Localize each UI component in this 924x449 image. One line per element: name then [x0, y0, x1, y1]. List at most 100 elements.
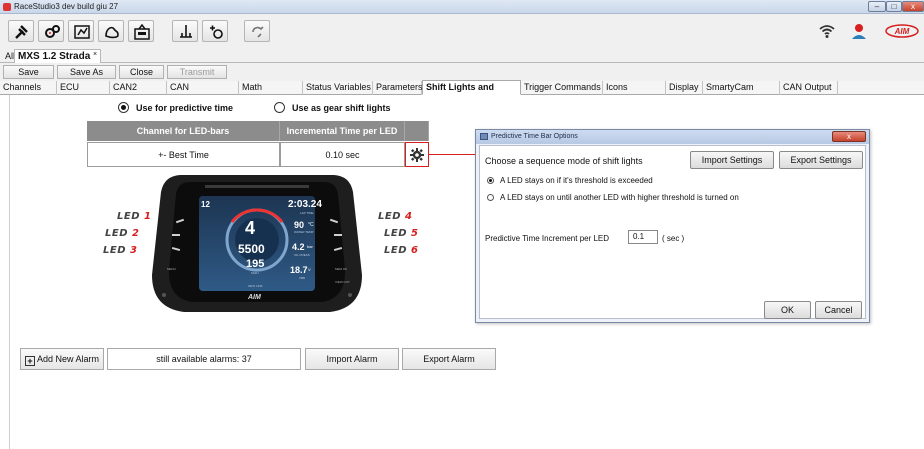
- add-new-alarm-label: Add New Alarm: [36, 354, 100, 364]
- gear-readout: 4: [245, 218, 256, 238]
- led-number: 3: [130, 245, 138, 256]
- led-3-text: LED 3: [103, 245, 138, 256]
- sequence-mode-label: Choose a sequence mode of shift lights: [485, 156, 643, 166]
- dialog-title: Predictive Time Bar Options: [491, 133, 578, 140]
- tab-channels[interactable]: Channels: [0, 81, 57, 95]
- option-until-higher-radio[interactable]: [487, 194, 494, 201]
- predictive-time-radio[interactable]: [118, 102, 129, 113]
- led-5-text: LED 5: [384, 228, 419, 239]
- document-tabs: All MXS 1.2 Strada ×: [0, 47, 924, 63]
- add-icon: +: [24, 356, 35, 366]
- tab-parameters[interactable]: Parameters: [373, 81, 423, 95]
- lap-time-readout: 2:03.24: [288, 199, 322, 210]
- voltage-readout: 18.7: [290, 265, 308, 275]
- available-alarms-status: still available alarms: 37: [107, 348, 301, 370]
- usb-icon[interactable]: [172, 20, 198, 42]
- tracks-icon[interactable]: [98, 20, 124, 42]
- gear-shift-radio[interactable]: [274, 102, 285, 113]
- tab-smartycam-stream[interactable]: SmartyCam Stream: [703, 81, 780, 105]
- column-header-settings: [405, 121, 429, 141]
- speed-label: KM/H: [251, 271, 259, 275]
- gears-icon[interactable]: [38, 20, 64, 42]
- led-number: 4: [405, 211, 413, 222]
- ok-button[interactable]: OK: [764, 301, 811, 319]
- view-out-label: VIEW OUT: [335, 280, 350, 284]
- option-threshold-exceeded-label: A LED stays on if it's threshold is exce…: [500, 176, 653, 185]
- speed-readout: 195: [246, 258, 265, 270]
- minimize-button[interactable]: –: [868, 1, 886, 12]
- water-temp-label: WATER TEMP: [294, 230, 314, 234]
- increment-input[interactable]: 0.1: [628, 230, 658, 244]
- dialog-close-button[interactable]: x: [832, 131, 866, 142]
- aim-logo: AIM: [885, 24, 919, 38]
- led-6-label: LED 6: [384, 245, 418, 256]
- save-as-button[interactable]: Save As: [57, 65, 116, 79]
- led-2-text: LED 2: [105, 228, 140, 239]
- menu-label: MENU: [167, 267, 176, 271]
- import-settings-button[interactable]: Import Settings: [690, 151, 774, 169]
- gear-icon[interactable]: [405, 142, 429, 167]
- tab-shift-lights-alarms[interactable]: Shift Lights and Alarms: [422, 80, 521, 105]
- mem-ok-label: MEM OK: [335, 267, 348, 271]
- led-1-label: LED 1: [117, 211, 151, 222]
- dashboard-display: 12 4 2:03.24 LAP TIME 90 °C WATER TEMP 5…: [150, 170, 364, 320]
- led-3-label: LED 3: [103, 245, 137, 256]
- transmit-button[interactable]: Transmit: [167, 65, 227, 79]
- import-alarm-button[interactable]: Import Alarm: [305, 348, 399, 370]
- column-header-increment: Incremental Time per LED: [280, 121, 405, 141]
- dash-brand-logo: AIM: [248, 294, 261, 301]
- counter-icon[interactable]: [128, 20, 154, 42]
- wifi-icon[interactable]: [817, 21, 837, 41]
- close-button[interactable]: Close: [119, 65, 164, 79]
- config-tabs: Channels ECU Stream CAN2 Stream CAN Expa…: [0, 80, 924, 105]
- tab-display[interactable]: Display: [666, 81, 703, 95]
- export-settings-button[interactable]: Export Settings: [779, 151, 863, 169]
- window-title-bar: RaceStudio3 dev build giu 27 – □ x: [0, 0, 924, 14]
- water-temp-readout: 90: [294, 220, 305, 230]
- tab-close-icon[interactable]: ×: [93, 51, 97, 58]
- wrench-icon[interactable]: [8, 20, 34, 42]
- gear-top-readout: 12: [201, 200, 210, 209]
- increment-cell[interactable]: 0.10 sec: [280, 142, 405, 167]
- window-title: RaceStudio3 dev build giu 27: [14, 2, 119, 11]
- oil-pressure-label: OIL PRESS: [294, 253, 310, 257]
- led-4-text: LED 4: [378, 211, 413, 222]
- tab-icons-manager[interactable]: Icons Manager: [603, 81, 666, 105]
- predictive-time-label: Use for predictive time: [136, 103, 234, 113]
- tab-math-channels[interactable]: Math Channels: [239, 81, 303, 105]
- water-temp-unit: °C: [308, 222, 314, 228]
- cancel-button[interactable]: Cancel: [815, 301, 862, 319]
- dialog-body: Choose a sequence mode of shift lights I…: [479, 145, 866, 319]
- dialog-title-bar: Predictive Time Bar Options: [476, 130, 869, 144]
- led-5-label: LED 5: [384, 228, 418, 239]
- firmware-icon[interactable]: [202, 20, 228, 42]
- add-new-alarm-button[interactable]: + Add New Alarm: [20, 348, 104, 370]
- led-number: 6: [411, 245, 419, 256]
- oil-pressure-readout: 4.2: [292, 242, 305, 252]
- channel-cell[interactable]: +- Best Time: [87, 142, 280, 167]
- tab-mxs-strada[interactable]: MXS 1.2 Strada ×: [14, 49, 102, 63]
- maximize-button[interactable]: □: [886, 1, 902, 12]
- increment-unit: ( sec ): [662, 234, 685, 243]
- tab-can-output[interactable]: CAN Output: [780, 81, 838, 95]
- option-threshold-exceeded-radio[interactable]: [487, 177, 494, 184]
- settings-icon[interactable]: [244, 20, 270, 42]
- gear-shift-label: Use as gear shift lights: [292, 103, 391, 113]
- voltage-label: VBB: [299, 276, 306, 280]
- aim-user-icon[interactable]: [849, 21, 869, 41]
- tab-can-expansions[interactable]: CAN Expansions: [167, 81, 239, 105]
- tab-can2-stream[interactable]: CAN2 Stream: [110, 81, 167, 105]
- export-alarm-button[interactable]: Export Alarm: [402, 348, 496, 370]
- save-button[interactable]: Save: [3, 65, 54, 79]
- download-icon[interactable]: [68, 20, 94, 42]
- tab-trigger-commands[interactable]: Trigger Commands: [521, 81, 603, 95]
- predictive-time-dialog: Predictive Time Bar Options x Choose a s…: [475, 129, 870, 323]
- main-toolbar: AIM: [0, 14, 924, 47]
- tab-ecu-stream[interactable]: ECU Stream: [57, 81, 110, 105]
- close-window-button[interactable]: x: [902, 1, 924, 12]
- connector-line: [429, 154, 475, 155]
- lap-time-label: LAP TIME: [300, 211, 314, 215]
- oil-pressure-unit: bar: [307, 244, 313, 249]
- led-number: 1: [144, 211, 152, 222]
- tab-status-variables[interactable]: Status Variables: [303, 81, 373, 95]
